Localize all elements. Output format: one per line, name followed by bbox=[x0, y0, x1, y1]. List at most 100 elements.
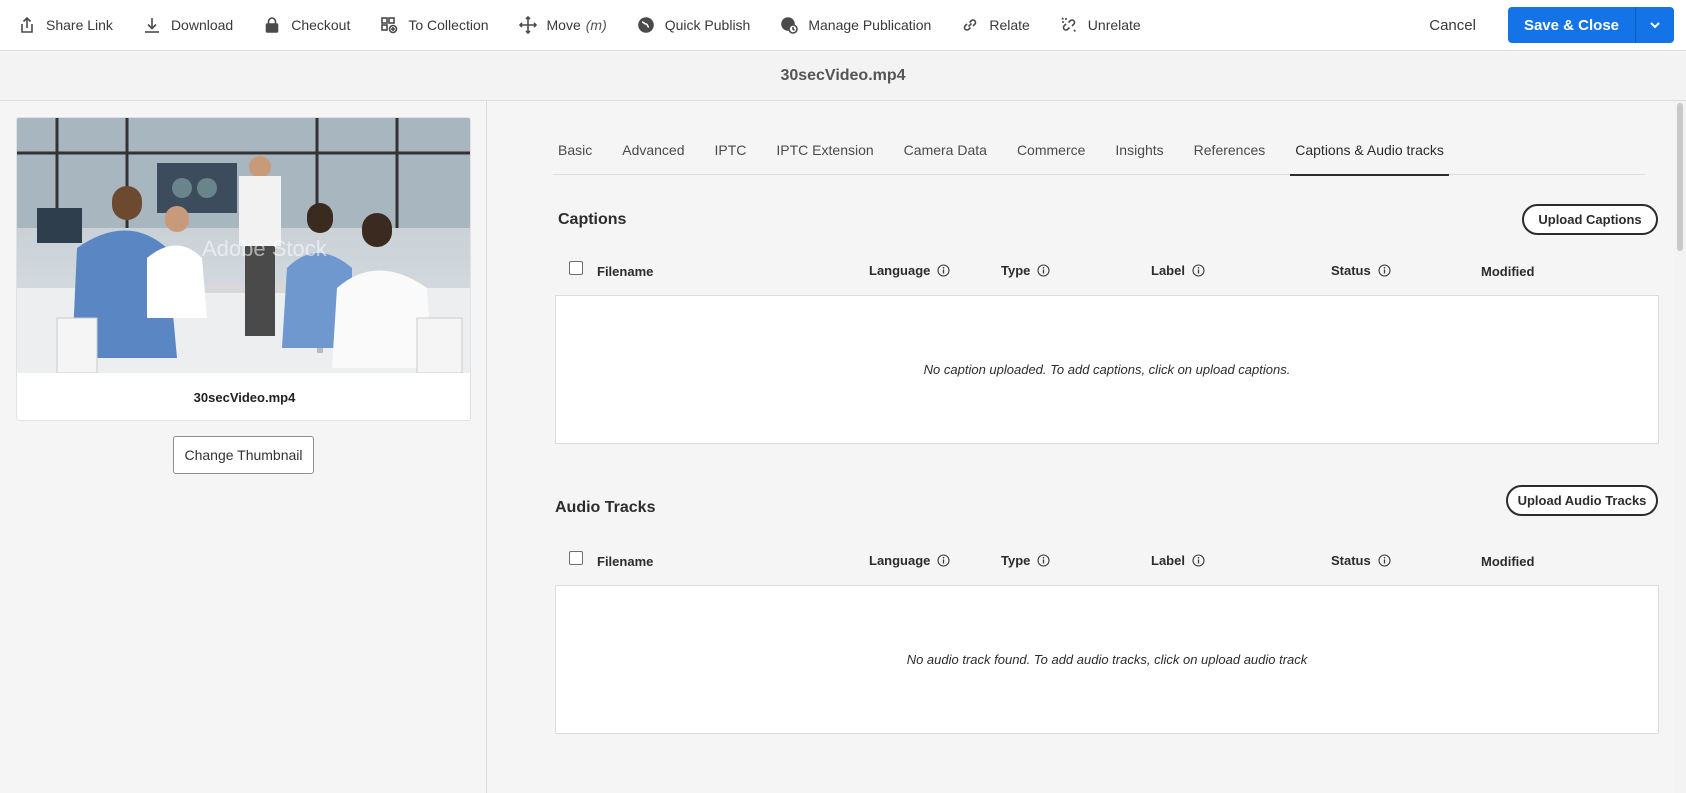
tab-iptc-extension[interactable]: IPTC Extension bbox=[776, 131, 873, 175]
move-shortcut-hint: (m) bbox=[585, 17, 607, 33]
chevron-down-icon bbox=[1650, 22, 1660, 29]
globe-icon bbox=[637, 17, 654, 33]
tab-references[interactable]: References bbox=[1194, 131, 1266, 175]
save-and-close-button[interactable]: Save & Close bbox=[1507, 7, 1674, 43]
audio-tracks-section-title: Audio Tracks bbox=[555, 499, 656, 516]
collection-add-icon bbox=[381, 17, 398, 34]
column-label: Language bbox=[869, 263, 931, 278]
thumbnail-watermark: Adobe Stock bbox=[202, 236, 328, 261]
column-label: Status bbox=[1331, 553, 1371, 568]
save-and-close-label[interactable]: Save & Close bbox=[1508, 7, 1636, 43]
relate-button[interactable]: Relate bbox=[943, 0, 1041, 51]
checkout-button[interactable]: Checkout bbox=[245, 0, 362, 51]
captions-select-all-checkbox[interactable] bbox=[569, 261, 583, 275]
column-label: Label bbox=[1151, 553, 1185, 568]
info-icon[interactable] bbox=[1037, 264, 1050, 277]
tab-basic[interactable]: Basic bbox=[558, 131, 592, 175]
info-icon[interactable] bbox=[937, 264, 950, 277]
info-icon[interactable] bbox=[1192, 264, 1205, 277]
download-icon bbox=[144, 18, 159, 33]
tab-commerce[interactable]: Commerce bbox=[1017, 131, 1085, 175]
change-thumbnail-button[interactable]: Change Thumbnail bbox=[173, 436, 314, 474]
column-label: Modified bbox=[1481, 264, 1535, 279]
column-label: Type bbox=[1001, 263, 1031, 278]
action-toolbar: Share Link Download Checkout To Collecti… bbox=[0, 0, 1686, 51]
captions-table-header: Filename Language Type Label Status Modi… bbox=[555, 253, 1647, 293]
captions-col-status[interactable]: Status bbox=[1331, 263, 1391, 278]
unrelate-label: Unrelate bbox=[1087, 17, 1141, 33]
tab-captions-audio-tracks[interactable]: Captions & Audio tracks bbox=[1290, 131, 1449, 176]
upload-captions-button[interactable]: Upload Captions bbox=[1522, 204, 1658, 235]
captions-section-title: Captions bbox=[558, 211, 627, 228]
tab-iptc[interactable]: IPTC bbox=[715, 131, 747, 175]
info-icon[interactable] bbox=[1037, 554, 1050, 567]
audio-col-type[interactable]: Type bbox=[1001, 553, 1050, 568]
asset-filename: 30secVideo.mp4 bbox=[193, 390, 296, 405]
move-button[interactable]: Move (m) bbox=[501, 0, 619, 51]
cancel-button[interactable]: Cancel bbox=[1429, 17, 1476, 34]
audio-table-header: Filename Language Type Label Status Modi… bbox=[555, 543, 1647, 583]
page-title: 30secVideo.mp4 bbox=[780, 67, 906, 84]
asset-preview-panel: Adobe Stock 30secVideo.mp4 Change Thumbn… bbox=[0, 101, 487, 793]
info-icon[interactable] bbox=[1378, 554, 1391, 567]
scrollbar-thumb[interactable] bbox=[1677, 103, 1683, 251]
quick-publish-label: Quick Publish bbox=[664, 17, 751, 33]
checkout-label: Checkout bbox=[291, 17, 351, 33]
download-button[interactable]: Download bbox=[125, 0, 245, 51]
share-link-button[interactable]: Share Link bbox=[0, 0, 125, 51]
audio-empty-message: No audio track found. To add audio track… bbox=[906, 652, 1308, 667]
manage-publication-button[interactable]: Manage Publication bbox=[762, 0, 943, 51]
quick-publish-button[interactable]: Quick Publish bbox=[619, 0, 763, 51]
info-icon[interactable] bbox=[1192, 554, 1205, 567]
asset-card: Adobe Stock 30secVideo.mp4 bbox=[16, 117, 471, 421]
captions-col-label[interactable]: Label bbox=[1151, 263, 1205, 278]
column-label: Language bbox=[869, 553, 931, 568]
unlink-icon bbox=[1061, 17, 1077, 33]
captions-table-body: No caption uploaded. To add captions, cl… bbox=[555, 295, 1659, 444]
thumbnail-image: Adobe Stock bbox=[17, 118, 470, 373]
column-label: Filename bbox=[597, 264, 654, 279]
share-link-label: Share Link bbox=[46, 17, 113, 33]
captions-col-filename[interactable]: Filename bbox=[597, 264, 653, 279]
tab-advanced[interactable]: Advanced bbox=[622, 131, 684, 175]
relate-label: Relate bbox=[989, 17, 1030, 33]
column-label: Status bbox=[1331, 263, 1371, 278]
share-icon bbox=[21, 16, 33, 33]
column-label: Filename bbox=[597, 554, 654, 569]
properties-panel: Basic Advanced IPTC IPTC Extension Camer… bbox=[487, 101, 1686, 793]
column-label: Label bbox=[1151, 263, 1185, 278]
audio-col-filename[interactable]: Filename bbox=[597, 554, 653, 569]
captions-empty-message: No caption uploaded. To add captions, cl… bbox=[923, 362, 1291, 377]
link-icon bbox=[964, 19, 977, 31]
captions-col-type[interactable]: Type bbox=[1001, 263, 1050, 278]
captions-col-modified[interactable]: Modified bbox=[1481, 264, 1534, 279]
tab-camera-data[interactable]: Camera Data bbox=[904, 131, 987, 175]
audio-table-body: No audio track found. To add audio track… bbox=[555, 585, 1659, 734]
tab-insights[interactable]: Insights bbox=[1115, 131, 1163, 175]
lock-icon bbox=[265, 17, 279, 33]
save-options-dropdown[interactable] bbox=[1636, 7, 1674, 43]
captions-col-language[interactable]: Language bbox=[869, 263, 950, 278]
audio-select-all-checkbox[interactable] bbox=[569, 551, 583, 565]
download-label: Download bbox=[170, 17, 234, 33]
to-collection-button[interactable]: To Collection bbox=[362, 0, 500, 51]
properties-tabs: Basic Advanced IPTC IPTC Extension Camer… bbox=[553, 131, 1645, 176]
info-icon[interactable] bbox=[1378, 264, 1391, 277]
unrelate-button[interactable]: Unrelate bbox=[1042, 0, 1153, 51]
column-label: Modified bbox=[1481, 554, 1535, 569]
column-label: Type bbox=[1001, 553, 1031, 568]
vertical-scrollbar[interactable] bbox=[1674, 101, 1686, 793]
upload-audio-tracks-button[interactable]: Upload Audio Tracks bbox=[1506, 485, 1658, 516]
to-collection-label: To Collection bbox=[408, 17, 489, 33]
manage-publication-label: Manage Publication bbox=[808, 17, 932, 33]
video-thumbnail: Adobe Stock bbox=[17, 118, 470, 373]
audio-col-label[interactable]: Label bbox=[1151, 553, 1205, 568]
audio-col-status[interactable]: Status bbox=[1331, 553, 1391, 568]
globe-clock-icon bbox=[781, 17, 799, 34]
asset-title-bar: 30secVideo.mp4 bbox=[0, 52, 1686, 101]
info-icon[interactable] bbox=[937, 554, 950, 567]
audio-col-language[interactable]: Language bbox=[869, 553, 950, 568]
audio-col-modified[interactable]: Modified bbox=[1481, 554, 1534, 569]
move-label: Move bbox=[546, 17, 581, 33]
move-icon bbox=[518, 16, 537, 34]
